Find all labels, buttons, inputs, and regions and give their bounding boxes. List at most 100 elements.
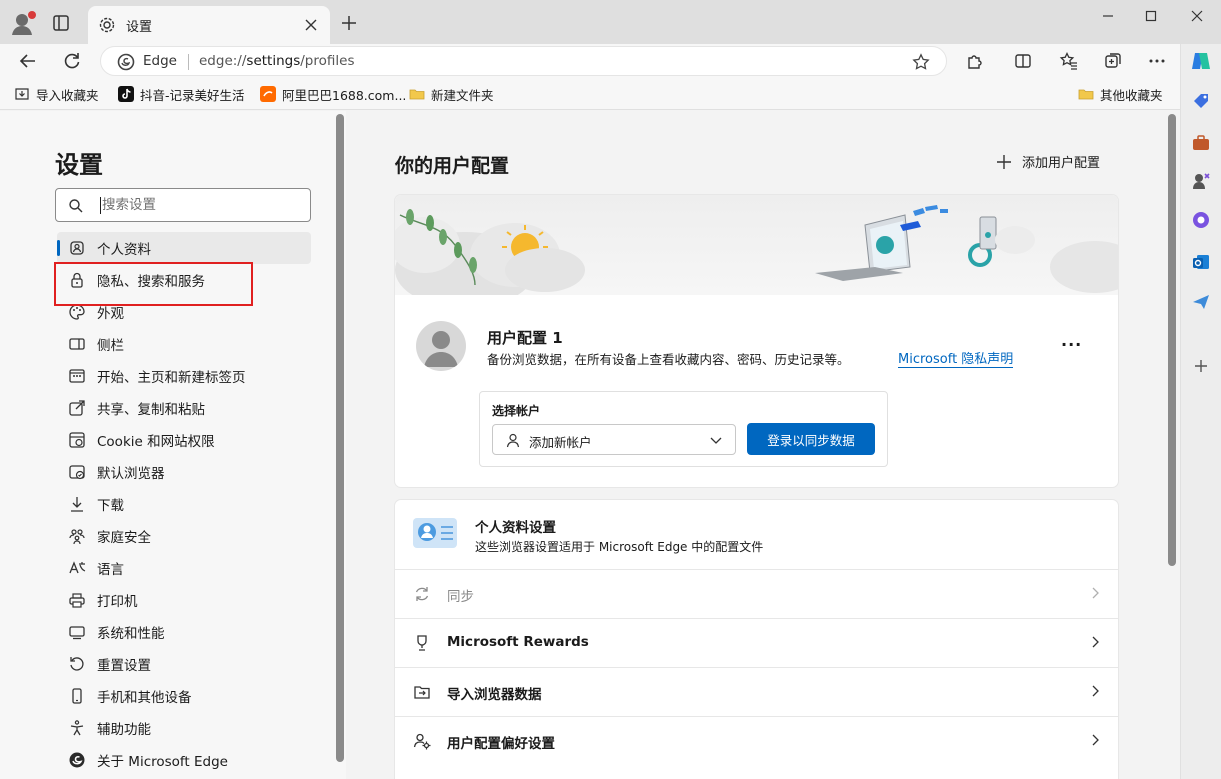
close-window-icon[interactable] [1189,8,1205,24]
sidebar-scrollbar[interactable] [336,114,344,762]
sidebar-item-label: 个人资料 [97,242,151,258]
sidebar-item-label: 默认浏览器 [97,466,165,482]
send-icon[interactable] [1191,292,1211,312]
highlight-annotation [54,262,253,306]
sidebar-item-label: 手机和其他设备 [97,690,192,706]
gear-icon [98,16,116,34]
title-bar: 设置 [0,0,1221,44]
sidebar-item-7[interactable]: 默认浏览器 [57,456,311,488]
bookmark-label: 其他收藏夹 [1100,87,1163,103]
bookmark-alibaba[interactable]: 阿里巴巴1688.com... [260,85,406,103]
main-content: 你的用户配置 添加用户配置 用户配置 1 备份浏览数据，在所有设备上查看收藏内容… [346,111,1180,779]
bookmark-import-favorites[interactable]: 导入收藏夹 [14,85,99,103]
maximize-icon[interactable] [1143,8,1159,24]
sidebar-item-8[interactable]: 下载 [57,488,311,520]
sidebar-item-10[interactable]: 语言 [57,552,311,584]
m365-icon[interactable] [1191,210,1211,230]
address-bar[interactable]: Edge edge://settings/profiles [100,46,947,76]
sidebar-item-label: 共享、复制和粘贴 [97,402,205,418]
plus-icon [997,154,1011,169]
sidebar-item-4[interactable]: 开始、主页和新建标签页 [57,360,311,392]
system-icon [69,626,85,640]
address-divider [188,54,189,70]
avatar[interactable] [416,321,466,371]
favorites-icon[interactable] [1059,51,1079,71]
games-icon[interactable] [1191,171,1211,191]
sidebar-item-3[interactable]: 侧栏 [57,328,311,360]
bookmark-douyin[interactable]: 抖音-记录美好生活 [118,85,245,103]
family-icon [69,529,85,545]
profile-icon [70,241,84,255]
search-input[interactable] [102,195,302,215]
account-dropdown[interactable]: 添加新帐户 [492,424,736,455]
row-sync[interactable]: 同步 [395,569,1118,618]
add-sidebar-app-icon[interactable] [1191,356,1211,376]
sidebar-item-label: 开始、主页和新建标签页 [97,370,246,386]
new-tab-icon[interactable] [340,14,358,32]
sidebar-item-12[interactable]: 系统和性能 [57,616,311,648]
tab-settings[interactable]: 设置 [88,6,330,44]
chevron-down-icon [709,433,723,447]
bookmark-new-folder[interactable]: 新建文件夹 [409,85,494,103]
sidebar-item-6[interactable]: Cookie 和网站权限 [57,424,311,456]
sidebar-item-label: 侧栏 [97,338,124,354]
sidebar-item-0[interactable]: 个人资料 [57,232,311,264]
main-scrollbar[interactable] [1168,114,1176,566]
split-screen-icon[interactable] [1013,51,1033,71]
sidebar-item-label: 家庭安全 [97,530,151,546]
back-arrow-icon[interactable] [18,51,38,71]
sign-in-sync-button[interactable]: 登录以同步数据 [747,423,875,455]
add-favorite-star-icon[interactable] [912,53,930,71]
tools-briefcase-icon[interactable] [1191,133,1211,153]
folder-icon [1078,89,1094,100]
chevron-right-icon [1092,734,1099,746]
collections-icon[interactable] [1103,51,1123,71]
sidebar-item-15[interactable]: 辅助功能 [57,712,311,744]
privacy-statement-link[interactable]: Microsoft 隐私声明 [898,348,1014,368]
profile-avatar-button[interactable] [10,10,40,36]
sidebar-item-11[interactable]: 打印机 [57,584,311,616]
sidebar-item-9[interactable]: 家庭安全 [57,520,311,552]
profile-settings-card: 个人资料设置 这些浏览器设置适用于 Microsoft Edge 中的配置文件 … [395,500,1118,779]
minimize-icon[interactable] [1100,8,1116,24]
more-options-icon[interactable] [1147,51,1167,71]
extensions-icon[interactable] [965,51,985,71]
user-icon [505,432,521,448]
shopping-tag-icon[interactable] [1191,91,1211,111]
search-box[interactable] [55,188,311,222]
refresh-icon[interactable] [62,51,82,71]
add-profile-button[interactable]: 添加用户配置 [996,152,1100,171]
edge-logo-icon [69,752,85,768]
sync-icon [415,587,429,601]
sidebar-item-label: 辅助功能 [97,722,151,738]
sidebar-item-5[interactable]: 共享、复制和粘贴 [57,392,311,424]
row-import-browser-data[interactable]: 导入浏览器数据 [395,667,1118,716]
site-label: Edge [143,53,177,69]
douyin-icon [118,86,134,102]
outlook-icon[interactable] [1191,252,1211,272]
bookmark-other-favorites[interactable]: 其他收藏夹 [1078,85,1163,103]
tab-title: 设置 [126,20,153,35]
copilot-icon[interactable] [1189,49,1213,73]
accessibility-icon [70,720,84,736]
close-tab-icon[interactable] [303,17,319,33]
profile-name: 用户配置 1 [487,329,563,347]
trophy-icon [417,635,427,651]
sidebar-item-14[interactable]: 手机和其他设备 [57,680,311,712]
sidebar-item-13[interactable]: 重置设置 [57,648,311,680]
tab-actions-icon[interactable] [50,12,72,34]
language-icon [69,561,86,574]
account-dropdown-value: 添加新帐户 [529,435,592,450]
sidebar-item-label: 下载 [97,498,124,514]
profile-more-button[interactable]: ··· [1061,335,1082,354]
row-profile-preferences[interactable]: 用户配置偏好设置 [395,716,1118,765]
sidebar-item-16[interactable]: 关于 Microsoft Edge [57,744,311,776]
chevron-right-icon [1092,685,1099,697]
sidebar-item-label: Cookie 和网站权限 [97,434,215,450]
bookmark-label: 抖音-记录美好生活 [140,87,245,103]
alibaba-icon [260,86,276,102]
chevron-right-icon [1092,636,1099,648]
import-icon [414,686,430,699]
url-text[interactable]: edge://settings/profiles [199,53,354,69]
row-microsoft-rewards[interactable]: Microsoft Rewards [395,618,1118,667]
